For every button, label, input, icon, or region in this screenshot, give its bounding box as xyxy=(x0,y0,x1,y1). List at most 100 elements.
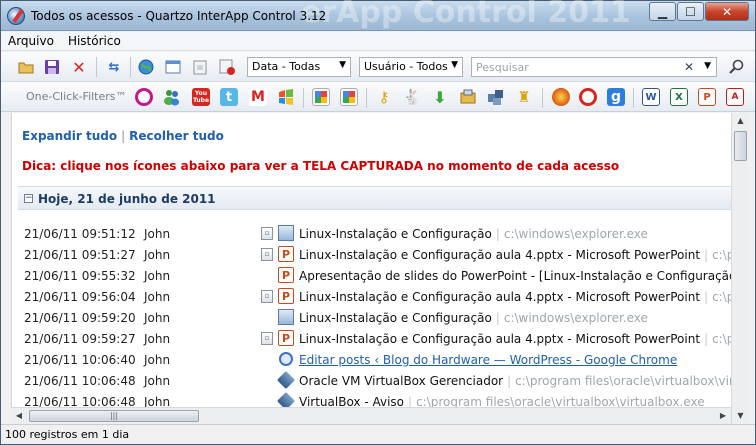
search-box[interactable]: ✕ ▼ xyxy=(471,57,717,77)
archive-icon[interactable] xyxy=(459,88,477,106)
screen-capture-icon[interactable]: ▫ xyxy=(261,290,273,303)
minimize-button[interactable]: ▁ xyxy=(649,2,676,21)
date-filter-select[interactable]: Data - Todas ▼ xyxy=(247,57,351,77)
search-icon[interactable] xyxy=(728,58,746,76)
process-path: c:\windows\explorer.exe xyxy=(503,311,648,325)
toolbar-separator xyxy=(96,57,97,77)
scroll-up-arrow-icon[interactable]: ▲ xyxy=(733,113,748,129)
scroll-thumb[interactable]: ||| xyxy=(29,410,199,422)
close-button[interactable]: ✕ xyxy=(705,2,749,21)
access-datetime: 21/06/11 10:06:40 xyxy=(24,353,136,367)
network-icon[interactable] xyxy=(487,88,505,106)
title-bar[interactable]: erApp Control 2011 Todos os acessos - Qu… xyxy=(1,0,755,31)
twitter-icon[interactable]: t xyxy=(220,88,238,106)
table-row[interactable]: 21/06/11 09:51:12 John ▫ Linux-Instalação e… xyxy=(24,224,731,244)
powerpoint-icon[interactable]: P xyxy=(278,267,294,283)
window-title-cell: Linux-Instalação e Configuração | c:\windo… xyxy=(299,227,648,241)
chevron-down-icon[interactable]: ▼ xyxy=(704,61,711,71)
access-datetime: 21/06/11 09:59:20 xyxy=(24,311,136,325)
google-g-icon[interactable]: g xyxy=(607,88,625,106)
window-title-cell: Linux-Instalação e Configuração aula 4.p… xyxy=(299,248,731,262)
access-datetime: 21/06/11 10:06:48 xyxy=(24,374,136,388)
horizontal-scrollbar[interactable]: ◀ ||| ▶ xyxy=(11,407,731,424)
table-row[interactable]: 21/06/11 09:59:20 John Linux-Instalação e … xyxy=(24,308,731,328)
window-title-cell: Oracle VM VirtualBox Gerenciador | c:\prog… xyxy=(299,374,731,388)
clear-search-icon[interactable]: ✕ xyxy=(684,60,694,74)
scroll-thumb[interactable] xyxy=(734,131,747,161)
virtualbox-icon[interactable] xyxy=(276,370,296,390)
process-path: c:\windows\explorer.exe xyxy=(503,227,648,241)
scroll-down-arrow-icon[interactable]: ▼ xyxy=(733,408,748,424)
table-row[interactable]: 21/06/11 09:51:27 John ▫ P Linux-Instalação … xyxy=(24,245,731,265)
divider: | xyxy=(408,395,413,407)
window-title-cell[interactable]: Editar posts ‹ Blog do Hardware — WordPr… xyxy=(299,353,677,367)
playboy-icon[interactable]: 🐇 xyxy=(403,88,422,106)
search-input[interactable] xyxy=(472,58,672,76)
download-icon[interactable]: ⬇ xyxy=(431,88,449,107)
access-user: John xyxy=(144,227,171,241)
trophy-icon[interactable]: ♜ xyxy=(515,88,533,106)
menu-historico[interactable]: Histórico xyxy=(61,34,128,48)
youtube-icon[interactable]: You Tube xyxy=(192,88,210,106)
window-title-text: Linux-Instalação e Configuração aula 4.p… xyxy=(299,332,701,346)
open-folder-icon[interactable] xyxy=(17,58,35,76)
powerpoint-icon[interactable]: P xyxy=(698,88,716,106)
refresh-icon[interactable]: ⇆ xyxy=(105,58,123,76)
table-row[interactable]: 21/06/11 10:06:40 John Editar posts ‹ Blog… xyxy=(24,350,731,370)
maximize-button[interactable]: ☐ xyxy=(677,2,704,21)
window-title-cell: Linux-Instalação e Configuração aula 4.p… xyxy=(299,290,731,304)
table-row[interactable]: 21/06/11 09:56:04 John ▫ P Linux-Instalação … xyxy=(24,287,731,307)
powerpoint-icon[interactable]: P xyxy=(278,330,294,346)
window-title-cell: Linux-Instalação e Configuração | c:\windo… xyxy=(299,311,648,325)
toolbar-separator xyxy=(542,88,543,108)
virtualbox-icon[interactable] xyxy=(276,391,296,407)
expand-all-link[interactable]: Expandir tudo xyxy=(22,129,117,143)
delete-icon[interactable]: ✕ xyxy=(70,58,88,77)
window-title-cell: Apresentação de slides do PowerPoint - [… xyxy=(299,269,731,283)
powerpoint-icon[interactable]: P xyxy=(278,246,294,262)
screenshot-icon[interactable] xyxy=(191,58,209,76)
main-toolbar: ✕ ⇆ Data - Todas ▼ Usuário - Todos ▼ ✕ ▼ xyxy=(1,52,755,82)
screen-capture-icon[interactable]: ▫ xyxy=(261,227,273,240)
explorer-window-icon[interactable] xyxy=(278,309,294,325)
table-row[interactable]: 21/06/11 10:06:48 John VirtualBox - Aviso |… xyxy=(24,391,731,407)
firefox-icon[interactable] xyxy=(552,88,570,106)
chrome-icon[interactable] xyxy=(279,352,293,366)
date-filter-value: Data - Todas xyxy=(252,60,321,73)
collapse-toggle-icon[interactable]: − xyxy=(24,194,33,203)
scroll-right-arrow-icon[interactable]: ▶ xyxy=(715,408,731,424)
user-filter-value: Usuário - Todos xyxy=(364,60,448,73)
word-icon[interactable]: W xyxy=(642,88,660,106)
day-group-header[interactable]: − Hoje, 21 de junho de 2011 xyxy=(18,186,731,210)
excel-icon[interactable]: X xyxy=(670,88,688,106)
scroll-left-arrow-icon[interactable]: ◀ xyxy=(11,408,27,424)
vertical-scrollbar[interactable]: ▲ ▼ xyxy=(731,113,748,424)
save-icon[interactable] xyxy=(43,58,61,76)
explorer-window-icon[interactable] xyxy=(278,225,294,241)
window-title-text: Linux-Instalação e Configuração xyxy=(299,227,492,241)
app-window: erApp Control 2011 Todos os acessos - Qu… xyxy=(0,0,756,445)
access-user: John xyxy=(144,395,171,407)
table-row[interactable]: 21/06/11 09:55:32 John P Apresentação de sl… xyxy=(24,266,731,286)
google-icon[interactable] xyxy=(312,88,330,106)
msn-icon[interactable] xyxy=(277,88,295,106)
table-row[interactable]: 21/06/11 09:59:27 John ▫ P Linux-Instalação … xyxy=(24,329,731,349)
screen-capture-icon[interactable]: ▫ xyxy=(261,332,273,345)
day-group-label: Hoje, 21 de junho de 2011 xyxy=(38,192,216,206)
powerpoint-icon[interactable]: P xyxy=(278,288,294,304)
globe-icon[interactable] xyxy=(137,58,155,76)
gmail-icon[interactable]: M xyxy=(249,88,267,106)
pdf-icon[interactable]: A xyxy=(726,88,744,106)
screen-capture-icon[interactable]: ▫ xyxy=(261,248,273,261)
opera-icon-2[interactable] xyxy=(579,88,597,106)
google-icon-2[interactable] xyxy=(340,88,358,106)
user-filter-select[interactable]: Usuário - Todos ▼ xyxy=(359,57,463,77)
table-row[interactable]: 21/06/11 10:06:48 John Oracle VM VirtualBo… xyxy=(24,370,731,391)
opera-icon[interactable] xyxy=(135,88,153,106)
key-icon[interactable]: ⚷ xyxy=(375,88,393,106)
menu-arquivo[interactable]: Arquivo xyxy=(1,34,61,48)
collapse-all-link[interactable]: Recolher tudo xyxy=(129,129,224,143)
screenshot-delete-icon[interactable] xyxy=(218,58,236,76)
window-icon[interactable] xyxy=(164,58,182,76)
messenger-icon[interactable] xyxy=(163,88,181,106)
